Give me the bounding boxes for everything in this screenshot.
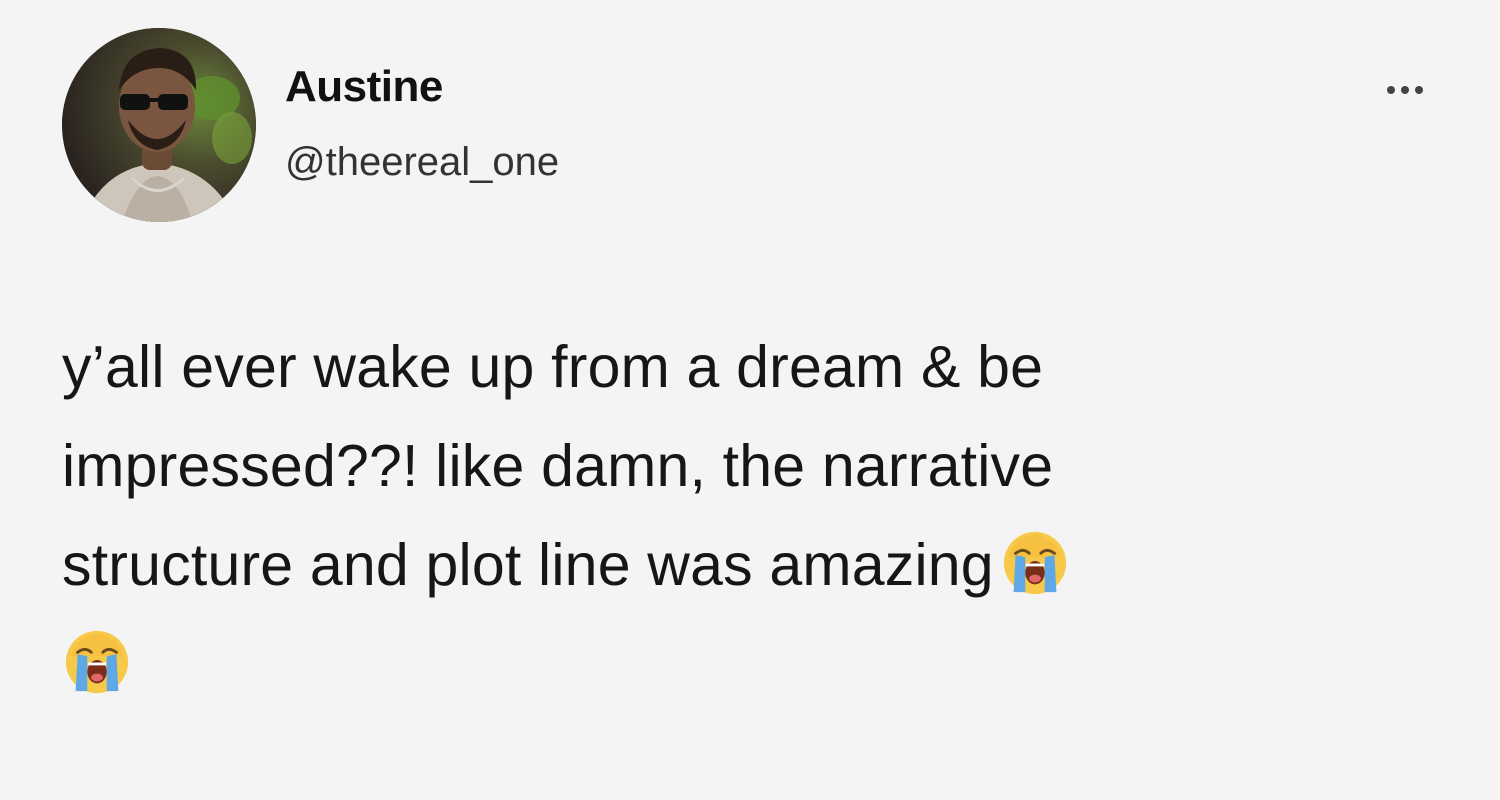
tweet-text-line: impressed??! like damn, the narrative <box>62 433 1054 499</box>
tweet-text-line: y’all ever wake up from a dream & be <box>62 334 1044 400</box>
tweet-card: Austine @theereal_one y’all ever wake up… <box>0 0 1500 800</box>
avatar[interactable] <box>62 28 256 222</box>
author-handle[interactable]: @theereal_one <box>285 140 559 185</box>
profile-photo-icon <box>62 28 256 222</box>
tweet-text: y’all ever wake up from a dream & be imp… <box>62 318 1462 714</box>
tweet-text-segment: structure and plot line was amazing <box>62 532 994 598</box>
loudly-crying-face-icon <box>65 631 129 694</box>
tweet-text-line: structure and plot line was amazing <box>62 516 1462 615</box>
author-display-name[interactable]: Austine <box>285 62 443 112</box>
loudly-crying-face-icon <box>1003 532 1066 595</box>
tweet-text-line <box>62 615 1462 714</box>
more-horizontal-icon <box>1387 86 1423 94</box>
more-options-button[interactable] <box>1370 70 1440 110</box>
